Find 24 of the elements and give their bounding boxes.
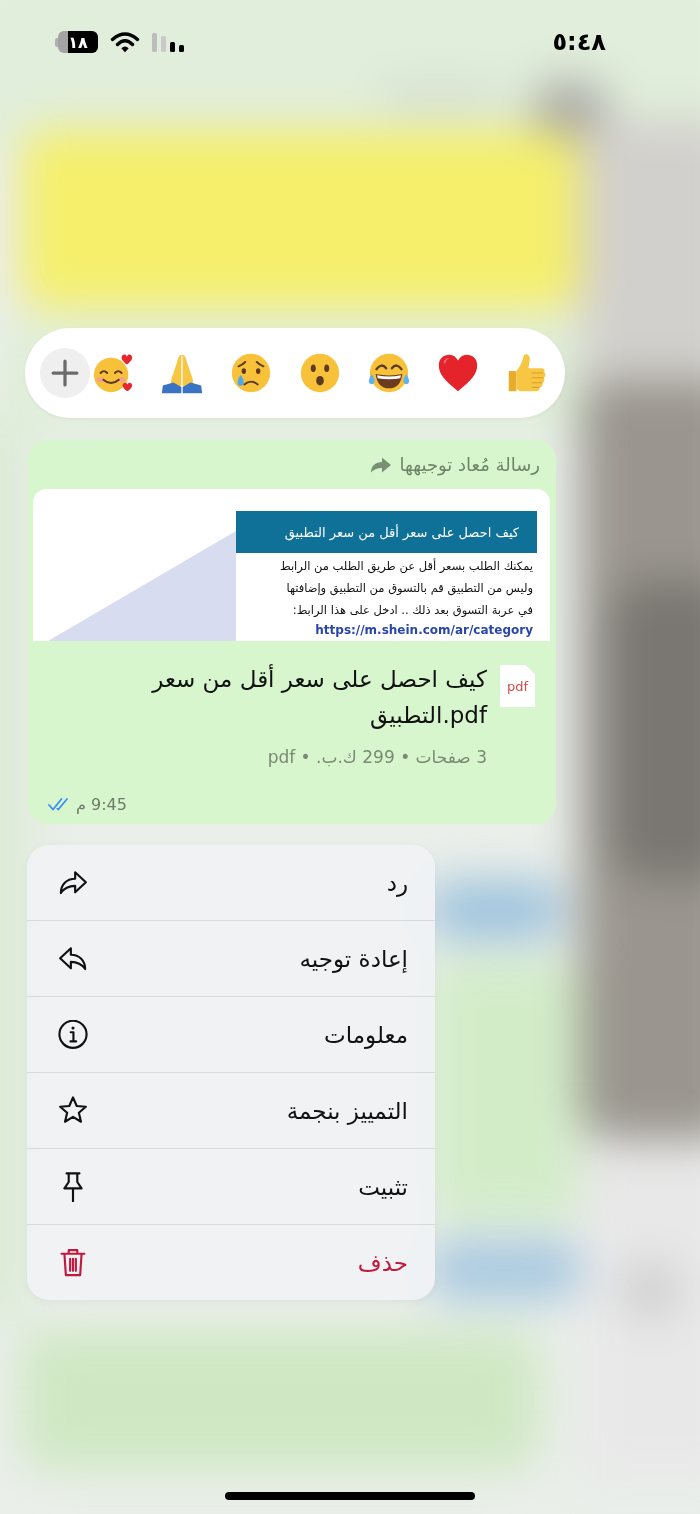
menu-item[interactable]: إعادة توجيه [27, 920, 435, 996]
battery-indicator: ١٨ [55, 31, 98, 53]
info-icon [58, 1019, 88, 1050]
arrow-right-icon [370, 455, 393, 474]
message-time: 9:45 م [76, 794, 127, 814]
add-reaction-button[interactable] [40, 348, 90, 398]
menu-item[interactable]: معلومات [27, 996, 435, 1072]
file-thumbnail: pdf [500, 665, 535, 707]
menu-item[interactable]: رد [27, 845, 435, 920]
trash-icon [58, 1247, 88, 1278]
menu-item[interactable]: تثبيت [27, 1148, 435, 1224]
document-heading: كيف احصل على سعر أقل من سعر التطبيق [236, 511, 537, 553]
menu-item[interactable]: التمييز بنجمة [27, 1072, 435, 1148]
menu-item[interactable]: حذف [27, 1224, 435, 1300]
document-preview[interactable] [33, 489, 550, 641]
wifi-icon [110, 31, 140, 53]
plus-icon [50, 358, 80, 388]
file-details: 3 صفحات • 299 ك.ب. • pdf [266, 746, 487, 769]
forwarded-label: رسالة مُعاد توجيهها [399, 454, 540, 475]
star-icon [58, 1095, 88, 1126]
document-text: يمكنك الطلب بسعر أقل عن طريق الطلب من الرابط وليس من التطبيق قم بالتسوق من التطبيق وإضافتها في عربة التسوق بعد ذلك .. ادخل على هذا الرابط: [279, 557, 534, 619]
document-link[interactable]: https://m.shein.com/ar/category [315, 621, 537, 639]
file-name: كيف احصل على سعر أقل من سعر التطبيق.pdf [150, 663, 487, 731]
clock-time: ٥:٤٨ [552, 28, 606, 56]
